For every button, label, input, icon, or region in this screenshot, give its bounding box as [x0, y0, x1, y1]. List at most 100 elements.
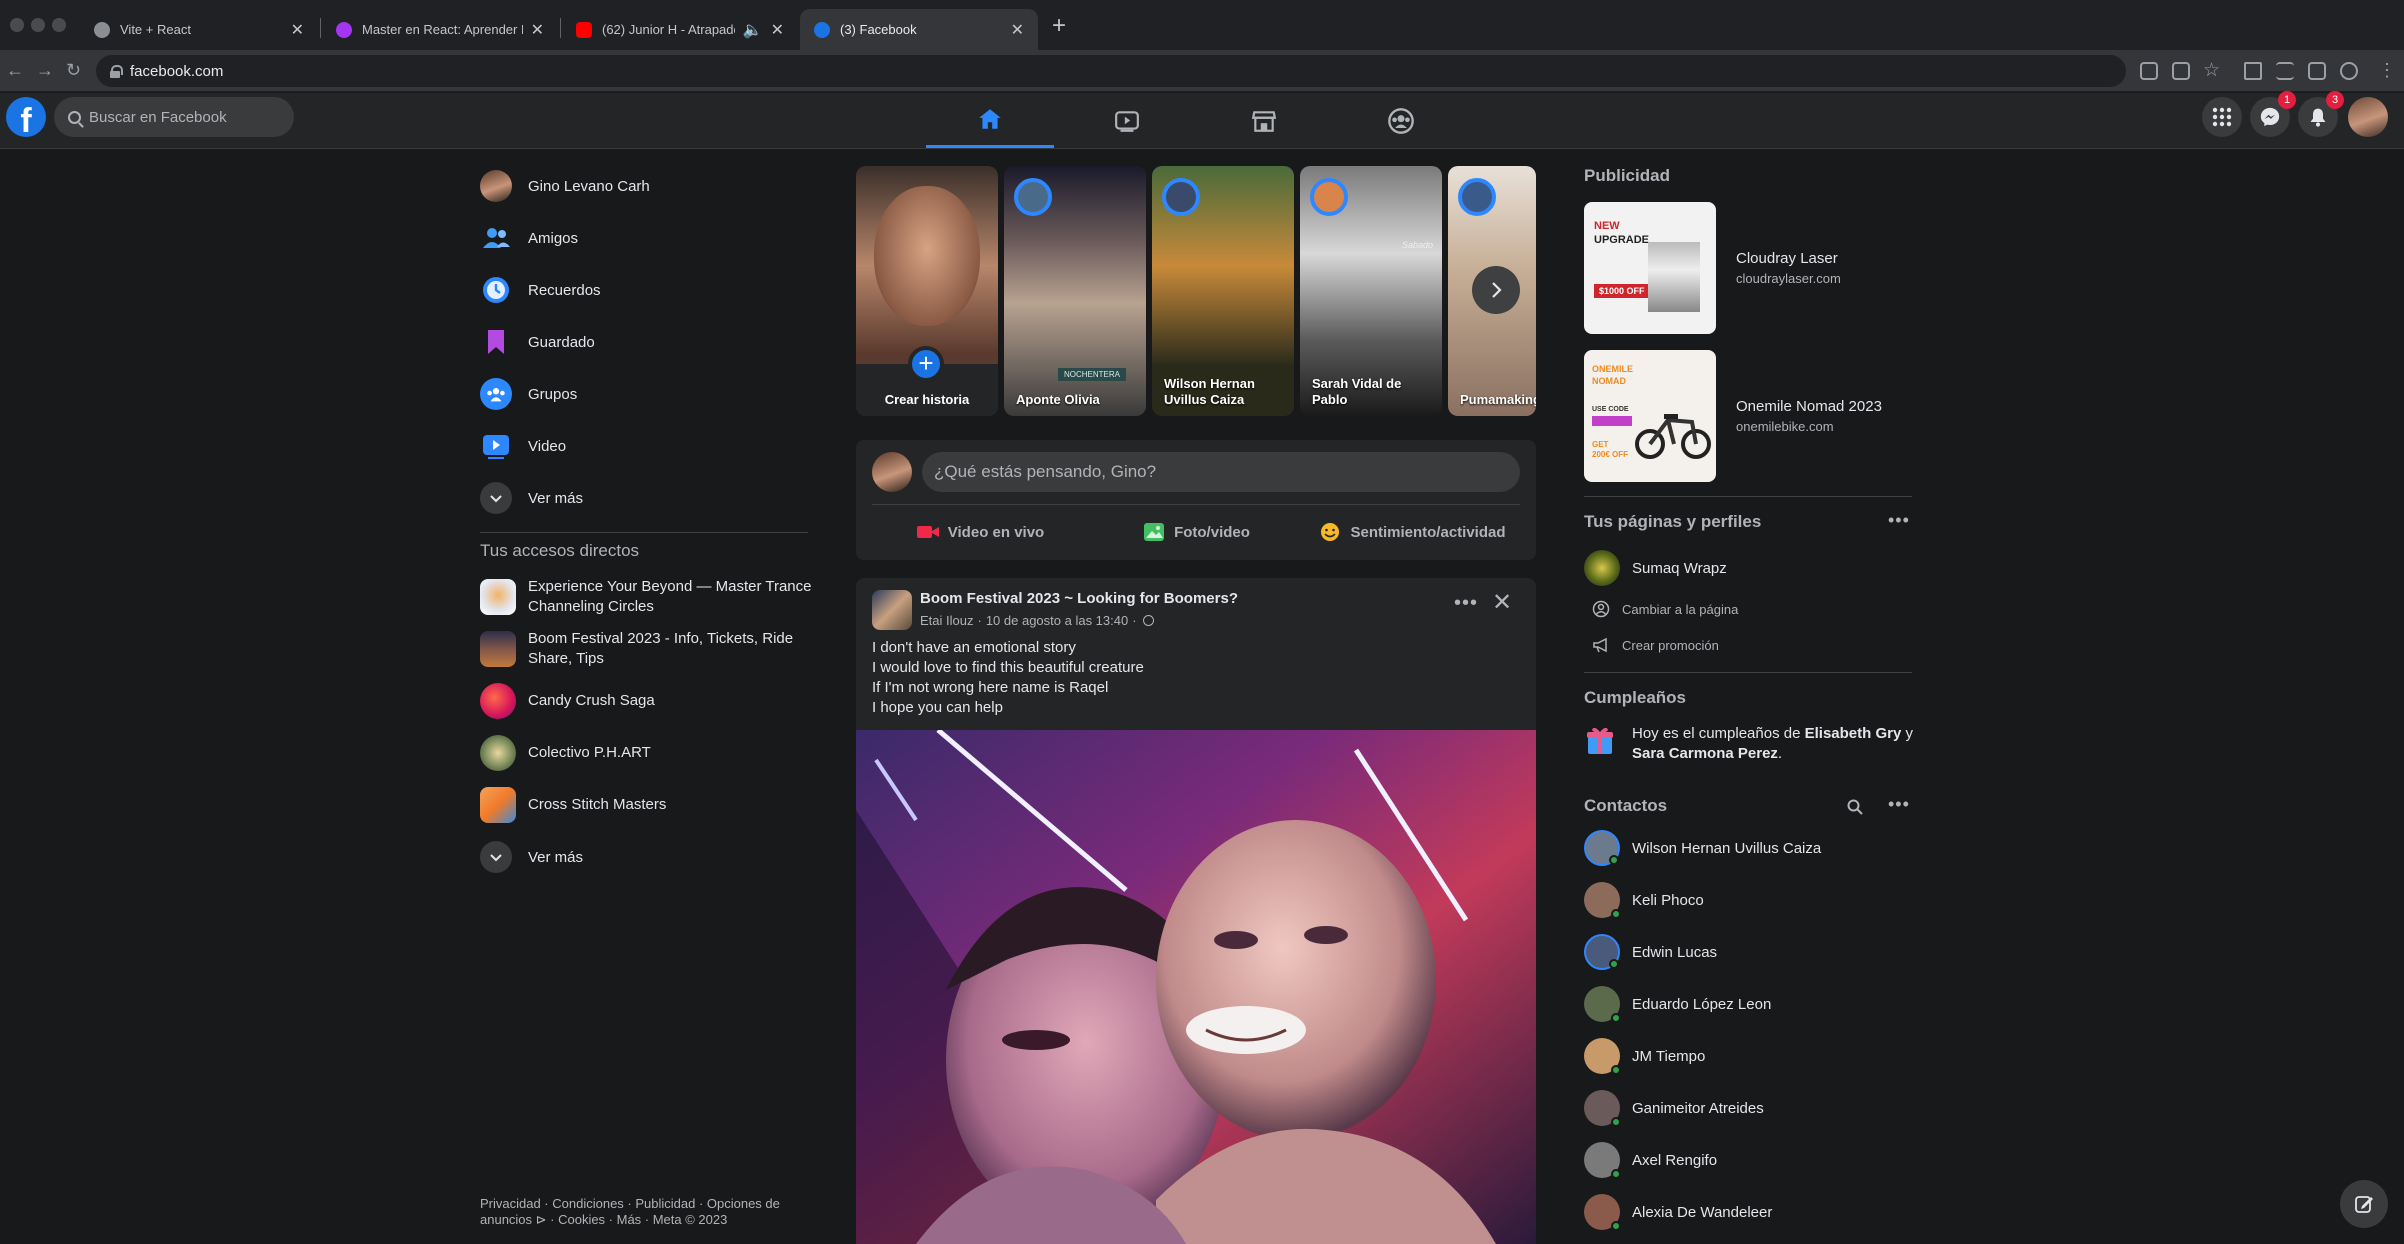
story-card[interactable]: Wilson Hernan Uvillus Caiza — [1152, 166, 1294, 416]
close-icon[interactable]: ✕ — [531, 20, 544, 40]
story-card[interactable]: NOCHENTERA Aponte Olivia — [1004, 166, 1146, 416]
search-icon[interactable] — [1846, 798, 1864, 816]
bookmark-star-icon[interactable]: ☆ — [2203, 59, 2220, 82]
contact-item[interactable]: Edwin Lucas — [1584, 934, 1717, 970]
plus-icon[interactable]: + — [908, 346, 944, 382]
browser-tab[interactable]: Vite + React ✕ — [80, 9, 318, 50]
contact-item[interactable]: Eduardo López Leon — [1584, 986, 1771, 1023]
avatar[interactable] — [872, 452, 912, 492]
nav-home-tab[interactable] — [926, 93, 1054, 148]
post-photo[interactable] — [856, 730, 1536, 1244]
contact-item[interactable]: Keli Phoco — [1584, 882, 1704, 919]
shortcut-item[interactable]: Experience Your Beyond — Master Trance C… — [472, 571, 812, 623]
avatar — [1584, 1090, 1621, 1127]
messenger-button[interactable]: 1 — [2250, 91, 2296, 137]
feeling-activity-button[interactable]: Sentimiento/actividad — [1304, 512, 1520, 552]
nav-watch-tab[interactable] — [1063, 93, 1191, 148]
address-bar[interactable]: facebook.com — [96, 55, 2126, 87]
post-author[interactable]: Etai Ilouz — [920, 613, 973, 628]
contact-item[interactable]: Alexia De Wandeleer — [1584, 1194, 1772, 1231]
contact-item[interactable]: Axel Rengifo — [1584, 1142, 1717, 1179]
post-date[interactable]: 10 de agosto a las 13:40 — [986, 613, 1128, 628]
contact-item[interactable]: Wilson Hernan Uvillus Caiza — [1584, 830, 1821, 866]
media-icon[interactable] — [2276, 62, 2294, 80]
photo-video-button[interactable]: Foto/video — [1088, 512, 1304, 552]
back-icon[interactable]: ← — [6, 60, 24, 81]
facebook-logo-icon[interactable]: f — [6, 97, 46, 137]
sidebar-item-groups[interactable]: Grupos — [472, 368, 812, 420]
account-avatar[interactable] — [2348, 97, 2388, 137]
nav-groups-tab[interactable] — [1337, 93, 1465, 148]
shortcut-item[interactable]: Cross Stitch Masters — [472, 779, 812, 831]
post-close-button[interactable]: ✕ — [1492, 588, 1512, 617]
window-minimize-button[interactable] — [31, 18, 45, 32]
new-tab-button[interactable]: + — [1052, 12, 1066, 40]
friends-icon — [480, 222, 512, 254]
sidebar-item-label: Ver más — [528, 489, 584, 507]
page-item[interactable]: Sumaq Wrapz — [1584, 550, 1727, 586]
nav-marketplace-tab[interactable] — [1200, 93, 1328, 148]
ads-header: Publicidad — [1584, 166, 1670, 185]
contact-item[interactable]: JM Tiempo — [1584, 1038, 1705, 1075]
profile-icon[interactable] — [2340, 62, 2358, 80]
search-input[interactable] — [89, 108, 279, 126]
close-icon[interactable]: ✕ — [1011, 20, 1024, 40]
facebook-search[interactable] — [54, 97, 294, 137]
install-icon[interactable] — [2140, 62, 2158, 80]
new-message-button[interactable] — [2340, 1180, 2388, 1228]
sponsored-ad[interactable]: NEW UPGRADE $1000 OFF Cloudray Laser clo… — [1584, 202, 1841, 334]
birthday-item[interactable]: Hoy es el cumpleaños de Elisabeth Gry y … — [1584, 724, 1922, 764]
contacts-options-button[interactable]: ••• — [1888, 794, 1910, 815]
story-create[interactable]: + Crear historia — [856, 166, 998, 416]
extensions-icon[interactable] — [2244, 62, 2262, 80]
window-zoom-button[interactable] — [52, 18, 66, 32]
story-card[interactable]: Sabado Sarah Vidal de Pablo — [1300, 166, 1442, 416]
contact-item[interactable]: Ganimeitor Atreides — [1584, 1090, 1764, 1127]
bell-icon — [2310, 108, 2326, 127]
sidebar-item-profile[interactable]: Gino Levano Carh — [472, 160, 812, 212]
marketplace-icon — [1251, 110, 1277, 132]
sidebar-see-more[interactable]: Ver más — [472, 472, 812, 524]
browser-tab-active[interactable]: (3) Facebook ✕ — [800, 9, 1038, 50]
group-avatar[interactable] — [872, 590, 912, 630]
candy-crush-icon — [480, 683, 516, 719]
sponsored-ad[interactable]: ONEMILE NOMAD USE CODE GET 200€ OFF Onem… — [1584, 350, 1882, 482]
composer-input[interactable] — [922, 452, 1520, 492]
kebab-menu-icon[interactable]: ⋮ — [2378, 60, 2396, 81]
shortcut-item[interactable]: Boom Festival 2023 - Info, Tickets, Ride… — [472, 623, 812, 675]
sidebar-item-friends[interactable]: Amigos — [472, 212, 812, 264]
notifications-button[interactable]: 3 — [2298, 91, 2344, 137]
footer-links[interactable]: Privacidad · Condiciones · Publicidad · … — [480, 1196, 810, 1228]
forward-icon[interactable]: → — [36, 60, 54, 81]
browser-tab[interactable]: Master en React: Aprender Rea ✕ — [322, 9, 558, 50]
sidebar-item-saved[interactable]: Guardado — [472, 316, 812, 368]
avatar — [1584, 830, 1620, 866]
menu-button[interactable] — [2202, 97, 2242, 137]
close-icon[interactable]: ✕ — [291, 20, 304, 40]
birthday-name[interactable]: Elisabeth Gry — [1805, 725, 1902, 742]
url-text: facebook.com — [130, 62, 224, 80]
post-options-button[interactable]: ••• — [1454, 592, 1478, 615]
groups-icon — [480, 378, 512, 410]
create-promotion-link[interactable]: Crear promoción — [1592, 636, 1719, 654]
reload-icon[interactable]: ↻ — [66, 60, 81, 81]
live-video-button[interactable]: Video en vivo — [872, 512, 1088, 552]
speaker-icon[interactable]: 🔈 — [743, 20, 763, 40]
shortcut-item[interactable]: Candy Crush Saga — [472, 675, 812, 727]
grid-menu-icon — [2212, 107, 2232, 127]
sidebar-item-memories[interactable]: Recuerdos — [472, 264, 812, 316]
post-group-title[interactable]: Boom Festival 2023 ~ Looking for Boomers… — [920, 590, 1238, 607]
birthday-name[interactable]: Sara Carmona Perez — [1632, 745, 1778, 762]
window-close-button[interactable] — [10, 18, 24, 32]
pages-options-button[interactable]: ••• — [1888, 510, 1910, 531]
facebook-icon — [814, 21, 830, 38]
switch-page-link[interactable]: Cambiar a la página — [1592, 600, 1738, 618]
sidebar-item-video[interactable]: Video — [472, 420, 812, 472]
browser-tab[interactable]: (62) Junior H - Atrapado En 🔈 ✕ — [562, 9, 798, 50]
close-icon[interactable]: ✕ — [771, 20, 784, 40]
stories-next-button[interactable] — [1472, 266, 1520, 314]
shortcut-item[interactable]: Colectivo P.H.ART — [472, 727, 812, 779]
share-icon[interactable] — [2172, 62, 2190, 80]
shortcuts-see-more[interactable]: Ver más — [472, 831, 812, 883]
sidepanel-icon[interactable] — [2308, 62, 2326, 80]
